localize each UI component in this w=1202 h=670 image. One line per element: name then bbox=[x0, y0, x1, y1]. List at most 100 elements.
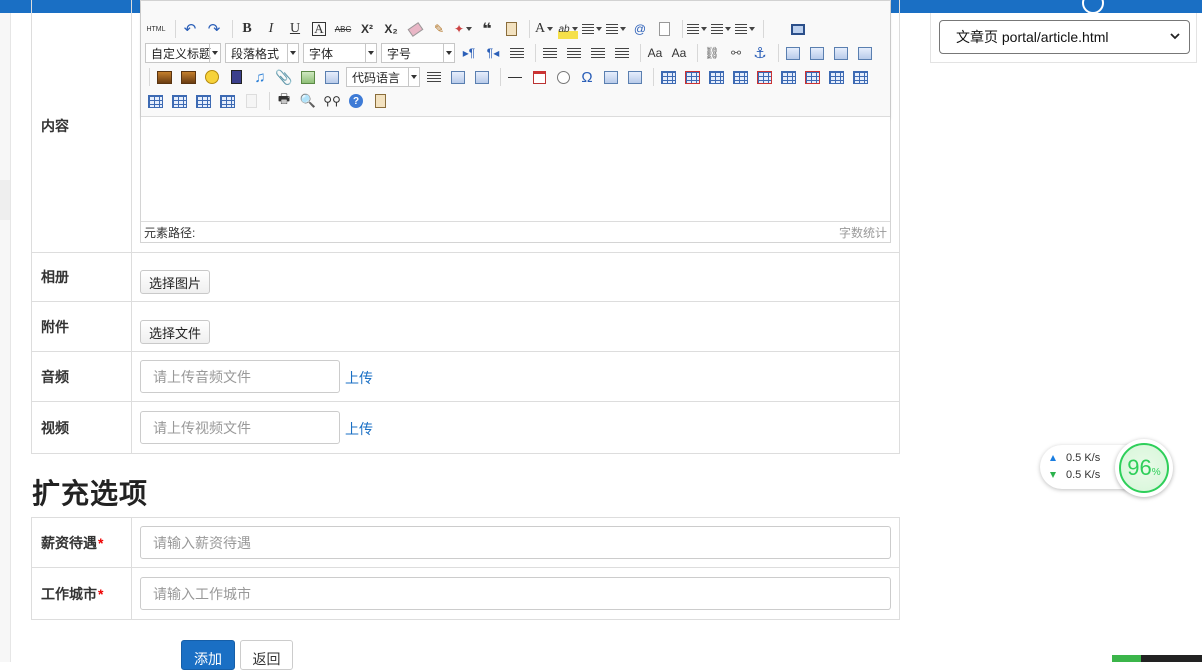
align-center-icon[interactable] bbox=[564, 43, 584, 63]
format-painter-icon[interactable]: ✎ bbox=[429, 19, 449, 39]
separator bbox=[175, 20, 176, 38]
tolowercase-icon[interactable]: Aa bbox=[669, 43, 689, 63]
image-none-icon[interactable] bbox=[783, 43, 803, 63]
horizontal-rule-icon[interactable] bbox=[505, 67, 525, 87]
code-language-select[interactable]: 代码语言 bbox=[346, 67, 420, 87]
select-all-icon[interactable]: @ bbox=[630, 19, 650, 39]
touppercase-icon[interactable]: Aa bbox=[645, 43, 665, 63]
image-right-icon[interactable] bbox=[831, 43, 851, 63]
video-url-input[interactable]: 请上传视频文件 bbox=[140, 411, 340, 444]
chart-icon[interactable] bbox=[241, 91, 261, 111]
time-icon[interactable] bbox=[553, 67, 573, 87]
insert-table-icon[interactable] bbox=[658, 67, 678, 87]
anchor-icon[interactable]: ⚓ bbox=[750, 43, 770, 63]
font-family-select[interactable]: 字体 bbox=[303, 43, 377, 63]
superscript-icon[interactable]: X² bbox=[357, 19, 377, 39]
select-file-button[interactable]: 选择文件 bbox=[140, 320, 211, 344]
background-icon[interactable] bbox=[472, 67, 492, 87]
delete-row-icon[interactable] bbox=[754, 67, 774, 87]
template-select[interactable]: 文章页 portal/article.html bbox=[939, 20, 1190, 54]
delete-col-icon[interactable] bbox=[802, 67, 822, 87]
background-color-icon[interactable]: ab bbox=[558, 19, 578, 39]
row-spacing-bottom-icon[interactable] bbox=[711, 19, 731, 39]
undo-icon[interactable]: ↶ bbox=[180, 19, 200, 39]
salary-input[interactable]: 请输入薪资待遇 bbox=[140, 526, 891, 559]
simple-upload-icon[interactable] bbox=[154, 67, 174, 87]
image-center-icon[interactable] bbox=[855, 43, 875, 63]
help-icon[interactable]: ? bbox=[346, 91, 366, 111]
merge-cells-icon[interactable] bbox=[826, 67, 846, 87]
subscript-icon[interactable]: X₂ bbox=[381, 19, 401, 39]
align-justify-icon[interactable] bbox=[612, 43, 632, 63]
preview-icon[interactable] bbox=[788, 19, 808, 39]
select-image-button[interactable]: 选择图片 bbox=[140, 270, 211, 294]
template-icon[interactable] bbox=[448, 67, 468, 87]
date-icon[interactable] bbox=[529, 67, 549, 87]
bold-icon[interactable]: B bbox=[237, 19, 257, 39]
insert-paragraph-before-table-icon[interactable] bbox=[706, 67, 726, 87]
pagebreak-icon[interactable] bbox=[424, 67, 444, 87]
direction-ltr-icon[interactable]: ▸¶ bbox=[459, 43, 479, 63]
drafts-icon[interactable] bbox=[370, 91, 390, 111]
redo-icon[interactable]: ↷ bbox=[204, 19, 224, 39]
insert-col-icon[interactable] bbox=[778, 67, 798, 87]
separator bbox=[232, 20, 233, 38]
merge-down-icon[interactable] bbox=[145, 91, 165, 111]
city-input[interactable]: 请输入工作城市 bbox=[140, 577, 891, 610]
video-upload-link[interactable]: 上传 bbox=[345, 419, 373, 439]
memory-gauge[interactable]: 96% bbox=[1115, 439, 1173, 497]
unlink-icon[interactable]: ⚯ bbox=[726, 43, 746, 63]
insert-image-icon[interactable] bbox=[178, 67, 198, 87]
indent-icon[interactable] bbox=[507, 43, 527, 63]
auto-format-icon[interactable]: ✦ bbox=[453, 19, 473, 39]
html-source-icon[interactable]: HTML bbox=[145, 19, 167, 39]
attachment-icon[interactable]: 📎 bbox=[274, 67, 294, 87]
align-left-icon[interactable] bbox=[540, 43, 560, 63]
custom-title-select[interactable]: 自定义标题 bbox=[145, 43, 221, 63]
blockquote-icon[interactable]: ❝ bbox=[477, 19, 497, 39]
search-replace-icon[interactable]: ⚲⚲ bbox=[322, 91, 342, 111]
template-select-value: 文章页 portal/article.html bbox=[956, 29, 1109, 45]
music-icon[interactable]: ♫ bbox=[250, 67, 270, 87]
delete-table-icon[interactable] bbox=[682, 67, 702, 87]
row-spacing-top-icon[interactable] bbox=[687, 19, 707, 39]
add-button[interactable]: 添加 bbox=[181, 640, 235, 670]
insert-frame-icon[interactable] bbox=[322, 67, 342, 87]
direction-rtl-icon[interactable]: ¶◂ bbox=[483, 43, 503, 63]
back-button[interactable]: 返回 bbox=[240, 640, 293, 670]
font-size-select[interactable]: 字号 bbox=[381, 43, 455, 63]
map-icon[interactable] bbox=[298, 67, 318, 87]
merge-right-icon[interactable] bbox=[850, 67, 870, 87]
underline-icon[interactable]: U bbox=[285, 19, 305, 39]
clear-document-icon[interactable] bbox=[654, 19, 674, 39]
paragraph-format-select[interactable]: 段落格式 bbox=[225, 43, 299, 63]
split-rows-icon[interactable] bbox=[193, 91, 213, 111]
emotion-icon[interactable] bbox=[202, 67, 222, 87]
wordimage-icon[interactable] bbox=[601, 67, 621, 87]
unordered-list-icon[interactable] bbox=[606, 19, 626, 39]
insert-video-icon[interactable] bbox=[226, 67, 246, 87]
editor-content-area[interactable] bbox=[141, 117, 890, 221]
audio-upload-link[interactable]: 上传 bbox=[345, 368, 373, 388]
preview-zoom-icon[interactable]: 🔍 bbox=[298, 91, 318, 111]
audio-url-input[interactable]: 请上传音频文件 bbox=[140, 360, 340, 393]
user-avatar-icon[interactable] bbox=[1082, 0, 1104, 14]
print-icon[interactable]: 🖶 bbox=[274, 91, 294, 111]
link-icon[interactable]: ⛓ bbox=[702, 43, 722, 63]
font-border-icon[interactable]: A bbox=[309, 19, 329, 39]
rich-text-editor[interactable]: HTML ↶ ↷ B I U A ABC X² X₂ ✎ ✦ ❝ A ab @ bbox=[140, 0, 891, 243]
italic-icon[interactable]: I bbox=[261, 19, 281, 39]
insert-row-icon[interactable] bbox=[730, 67, 750, 87]
split-cells-icon[interactable] bbox=[169, 91, 189, 111]
split-cols-icon[interactable] bbox=[217, 91, 237, 111]
image-left-icon[interactable] bbox=[807, 43, 827, 63]
eraser-icon[interactable] bbox=[405, 19, 425, 39]
paste-plain-icon[interactable] bbox=[501, 19, 521, 39]
strikethrough-icon[interactable]: ABC bbox=[333, 19, 353, 39]
special-chars-icon[interactable]: Ω bbox=[577, 67, 597, 87]
font-color-icon[interactable]: A bbox=[534, 19, 554, 39]
ordered-list-icon[interactable] bbox=[582, 19, 602, 39]
align-right-icon[interactable] bbox=[588, 43, 608, 63]
line-height-icon[interactable] bbox=[735, 19, 755, 39]
snapscreen-icon[interactable] bbox=[625, 67, 645, 87]
